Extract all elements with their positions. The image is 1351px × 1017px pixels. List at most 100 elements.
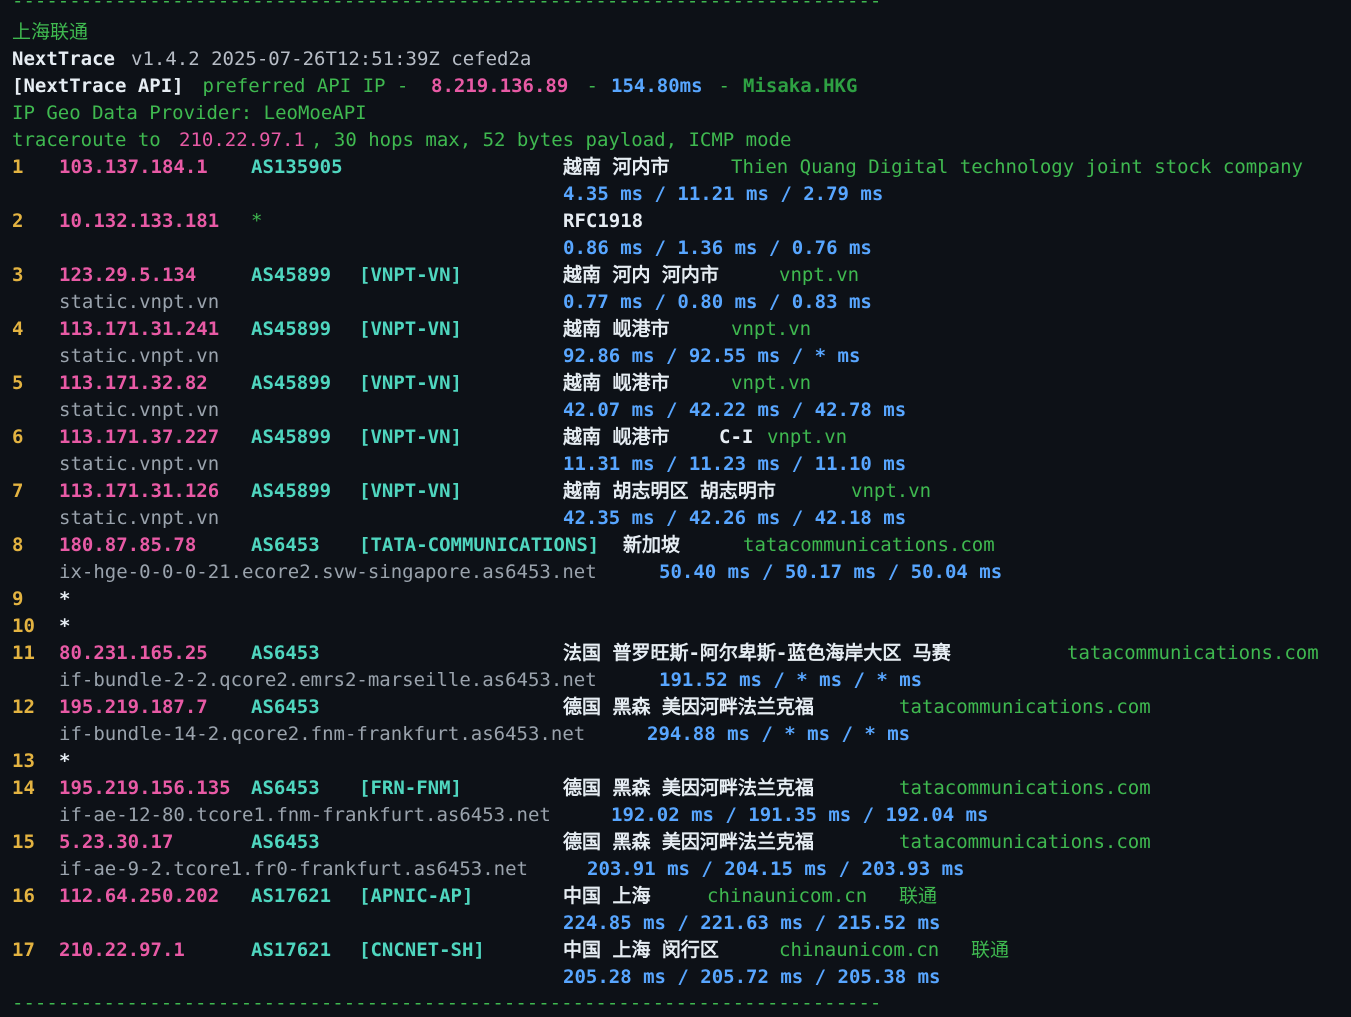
hop-latency: 0.77 ms / 0.80 ms / 0.83 ms	[563, 291, 872, 313]
hop-org: vnpt.vn	[767, 426, 848, 448]
hop-hostname: ix-hge-0-0-0-21.ecore2.svw-singapore.as6…	[59, 561, 597, 583]
hop-asn: AS6453	[251, 642, 320, 664]
hop-number: 3	[12, 264, 24, 286]
api-dash-2: -	[707, 75, 742, 97]
hop-org: chinaunicom.cn	[779, 939, 940, 961]
hop-latency: 42.07 ms / 42.22 ms / 42.78 ms	[563, 399, 907, 421]
hop-number: 4	[12, 318, 24, 340]
hop-ip: 112.64.250.202	[59, 885, 220, 907]
hop-netname: [CNCNET-SH]	[359, 939, 485, 961]
hop-timeout: *	[59, 615, 71, 637]
hop-asn: AS17621	[251, 885, 332, 907]
hop-ip: 10.132.133.181	[59, 210, 220, 232]
hop-latency: 4.35 ms / 11.21 ms / 2.79 ms	[563, 183, 884, 205]
hop-ip: 195.219.187.7	[59, 696, 208, 718]
hop-number: 11	[12, 642, 35, 664]
hop-number: 1	[12, 156, 24, 178]
hop-geo: 新加坡	[623, 534, 681, 556]
hop-latency: 224.85 ms / 221.63 ms / 215.52 ms	[563, 912, 941, 934]
hop-org: vnpt.vn	[731, 318, 812, 340]
hop-asn: AS45899	[251, 372, 332, 394]
hop-latency: 203.91 ms / 204.15 ms / 203.93 ms	[587, 858, 965, 880]
api-line: [NextTrace API] preferred API IP - 8.219…	[0, 73, 857, 100]
traceroute-suffix: , 30 hops max, 52 bytes payload, ICMP mo…	[311, 129, 792, 151]
hop-geo: 德国 黑森 美因河畔法兰克福	[563, 831, 814, 853]
hop-asn: AS17621	[251, 939, 332, 961]
hop-org: tatacommunications.com	[899, 696, 1151, 718]
version-line: NextTrace v1.4.2 2025-07-26T12:51:39Z ce…	[0, 46, 531, 73]
hop-asn: *	[251, 210, 263, 232]
hop-latency: 92.86 ms / 92.55 ms / * ms	[563, 345, 861, 367]
app-version: v1.4.2 2025-07-26T12:51:39Z cefed2a	[131, 48, 532, 70]
hop-ip: 113.171.31.241	[59, 318, 220, 340]
traceroute-line: traceroute to 210.22.97.1 , 30 hops max,…	[0, 127, 791, 154]
hop-netname: [FRN-FNM]	[359, 777, 462, 799]
hop-geo: 中国 上海	[563, 885, 651, 907]
hop-geo: 德国 黑森 美因河畔法兰克福	[563, 696, 814, 718]
hop-geo: 越南 岘港市	[563, 318, 670, 340]
hop-asn: AS135905	[251, 156, 343, 178]
hop-geo-extra: C-I	[719, 426, 754, 448]
hop-number: 10	[12, 615, 35, 637]
hop-org: vnpt.vn	[779, 264, 860, 286]
hop-hostname: static.vnpt.vn	[59, 453, 220, 475]
location-title: 上海联通	[12, 21, 89, 43]
hop-netname: [VNPT-VN]	[359, 264, 462, 286]
hop-number: 15	[12, 831, 35, 853]
hop-asn: AS45899	[251, 426, 332, 448]
hop-geo: 越南 岘港市	[563, 426, 670, 448]
hop-latency: 11.31 ms / 11.23 ms / 11.10 ms	[563, 453, 907, 475]
hop-asn: AS45899	[251, 318, 332, 340]
hop-number: 14	[12, 777, 35, 799]
hop-org: tatacommunications.com	[1067, 642, 1319, 664]
hop-latency: 0.86 ms / 1.36 ms / 0.76 ms	[563, 237, 872, 259]
hop-number: 2	[12, 210, 24, 232]
hop-netname: [VNPT-VN]	[359, 426, 462, 448]
hop-hostname: static.vnpt.vn	[59, 399, 220, 421]
hop-isp: 联通	[899, 885, 938, 907]
hop-latency: 50.40 ms / 50.17 ms / 50.04 ms	[659, 561, 1003, 583]
hop-org: Thien Quang Digital technology joint sto…	[731, 156, 1303, 178]
geo-provider: IP Geo Data Provider: LeoMoeAPI	[12, 102, 367, 124]
api-ip: 8.219.136.89	[431, 75, 569, 97]
hop-number: 6	[12, 426, 24, 448]
traceroute-prefix: traceroute to	[12, 129, 173, 151]
hop-timeout: *	[59, 588, 71, 610]
hop-geo: 越南 河内市	[563, 156, 670, 178]
hop-org: vnpt.vn	[731, 372, 812, 394]
hop-asn: AS45899	[251, 480, 332, 502]
hop-asn: AS6453	[251, 831, 320, 853]
app-name: NextTrace	[12, 48, 115, 70]
hop-hostname: if-bundle-14-2.qcore2.fnm-frankfurt.as64…	[59, 723, 586, 745]
hop-ip: 113.171.37.227	[59, 426, 220, 448]
hop-geo: 越南 河内 河内市	[563, 264, 719, 286]
hop-geo: 越南 岘港市	[563, 372, 670, 394]
hop-number: 16	[12, 885, 35, 907]
api-dash-1: -	[575, 75, 610, 97]
hop-number: 12	[12, 696, 35, 718]
hop-timeout: *	[59, 750, 71, 772]
hop-geo: 中国 上海 闵行区	[563, 939, 719, 961]
hop-netname: [TATA-COMMUNICATIONS]	[359, 534, 600, 556]
hop-geo: 德国 黑森 美因河畔法兰克福	[563, 777, 814, 799]
api-latency: 154.80ms	[611, 75, 703, 97]
hop-hostname: static.vnpt.vn	[59, 507, 220, 529]
hop-hostname: if-ae-12-80.tcore1.fnm-frankfurt.as6453.…	[59, 804, 551, 826]
hop-latency: 191.52 ms / * ms / * ms	[659, 669, 923, 691]
hop-number: 17	[12, 939, 35, 961]
hop-ip: 113.171.31.126	[59, 480, 220, 502]
hop-ip: 113.171.32.82	[59, 372, 208, 394]
hop-latency: 192.02 ms / 191.35 ms / 192.04 ms	[611, 804, 989, 826]
hop-org: chinaunicom.cn	[707, 885, 868, 907]
hop-asn: AS6453	[251, 534, 320, 556]
api-node: Misaka.HKG	[743, 75, 858, 97]
hop-org: vnpt.vn	[851, 480, 932, 502]
hop-hostname: static.vnpt.vn	[59, 291, 220, 313]
hop-latency: 42.35 ms / 42.26 ms / 42.18 ms	[563, 507, 907, 529]
hop-asn: AS45899	[251, 264, 332, 286]
hop-geo: 越南 胡志明区 胡志明市	[563, 480, 776, 502]
api-preferred-label: preferred API IP -	[191, 75, 420, 97]
hop-geo: 法国 普罗旺斯-阿尔卑斯-蓝色海岸大区 马赛	[563, 642, 951, 664]
hop-ip: 5.23.30.17	[59, 831, 174, 853]
hop-number: 9	[12, 588, 24, 610]
